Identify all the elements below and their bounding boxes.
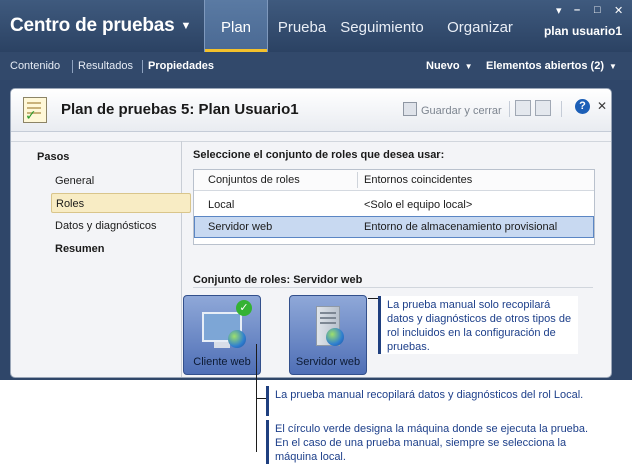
save-close-icon bbox=[403, 102, 417, 116]
column-header-role-sets[interactable]: Conjuntos de roles bbox=[208, 170, 300, 190]
globe-icon bbox=[326, 328, 344, 346]
subnav-propiedades[interactable]: Propiedades bbox=[148, 60, 214, 72]
chevron-down-icon: ▼ bbox=[464, 62, 473, 71]
nav-tab-seguimiento[interactable]: Seguimiento bbox=[336, 0, 428, 52]
column-separator[interactable] bbox=[357, 172, 358, 188]
new-menu[interactable]: Nuevo ▼ bbox=[426, 60, 473, 72]
callout-leader bbox=[256, 344, 257, 398]
save-icon[interactable] bbox=[515, 100, 531, 116]
nav-tab-plan[interactable]: Plan bbox=[204, 0, 268, 52]
app-title-menu[interactable]: Centro de pruebas ▼ bbox=[10, 15, 191, 37]
role-set-name: Local bbox=[208, 199, 235, 211]
current-plan-user: plan usuario1 bbox=[543, 24, 622, 38]
roles-table: Conjuntos de roles Entornos coincidentes… bbox=[193, 169, 595, 245]
step-datos-diagnosticos[interactable]: Datos y diagnósticos bbox=[51, 216, 191, 236]
subnav-separator bbox=[72, 60, 73, 73]
minimize-icon[interactable]: – bbox=[574, 4, 580, 16]
sub-nav-bar: Contenido Resultados Propiedades Nuevo ▼ … bbox=[0, 52, 632, 80]
table-row-selected[interactable]: Servidor web Entorno de almacenamiento p… bbox=[194, 216, 594, 238]
step-resumen[interactable]: Resumen bbox=[51, 239, 191, 259]
column-header-environments[interactable]: Entornos coincidentes bbox=[364, 170, 472, 190]
globe-icon bbox=[228, 330, 246, 348]
refresh-icon[interactable] bbox=[535, 100, 551, 116]
nav-tab-organizar[interactable]: Organizar bbox=[440, 0, 520, 52]
close-window-icon[interactable]: ✕ bbox=[614, 4, 623, 17]
callout-leader bbox=[368, 298, 378, 299]
new-menu-label: Nuevo bbox=[426, 60, 460, 72]
save-and-close-button[interactable]: Guardar y cerrar bbox=[403, 102, 502, 117]
app-title: Centro de pruebas bbox=[10, 15, 175, 36]
save-and-close-label: Guardar y cerrar bbox=[421, 105, 502, 117]
role-set-name: Servidor web bbox=[208, 221, 273, 233]
role-tile-label: Cliente web bbox=[193, 356, 251, 368]
step-roles[interactable]: Roles bbox=[51, 193, 191, 213]
top-bar: Centro de pruebas ▼ Plan Prueba Seguimien… bbox=[0, 0, 632, 52]
open-items-menu[interactable]: Elementos abiertos (2) ▼ bbox=[486, 60, 617, 72]
maximize-icon[interactable]: □ bbox=[594, 4, 601, 16]
callout-leader bbox=[256, 398, 257, 452]
toolbar-separator bbox=[509, 101, 510, 117]
role-tile-servidor-web[interactable]: Servidor web bbox=[289, 295, 367, 375]
steps-title: Pasos bbox=[37, 151, 70, 163]
menu-arrow-icon[interactable]: ▾ bbox=[556, 4, 562, 17]
environment-name: Entorno de almacenamiento provisional bbox=[364, 221, 558, 233]
nav-tab-prueba[interactable]: Prueba bbox=[274, 0, 330, 52]
callout-leader bbox=[256, 398, 266, 399]
table-header: Conjuntos de roles Entornos coincidentes bbox=[194, 170, 594, 191]
chevron-down-icon: ▼ bbox=[180, 19, 192, 32]
green-check-icon: ✓ bbox=[236, 300, 252, 316]
step-general[interactable]: General bbox=[51, 171, 191, 191]
panel-header: ✓ Plan de pruebas 5: Plan Usuario1 Guard… bbox=[11, 89, 611, 132]
role-tile-cliente-web[interactable]: ✓ Cliente web bbox=[183, 295, 261, 375]
subnav-resultados[interactable]: Resultados bbox=[78, 60, 133, 72]
table-row[interactable]: Local <Solo el equipo local> bbox=[194, 194, 594, 216]
role-set-divider bbox=[193, 287, 593, 288]
page-title: Plan de pruebas 5: Plan Usuario1 bbox=[61, 101, 299, 118]
toolbar-separator bbox=[561, 101, 562, 117]
role-tile-label: Servidor web bbox=[295, 356, 361, 368]
role-set-title: Conjunto de roles: Servidor web bbox=[193, 274, 363, 286]
subnav-separator bbox=[142, 60, 143, 73]
chevron-down-icon: ▼ bbox=[608, 62, 617, 71]
environment-name: <Solo el equipo local> bbox=[364, 199, 473, 211]
callout-local-note: La prueba manual recopilará datos y diag… bbox=[266, 386, 596, 416]
callout-green-note: El círculo verde designa la máquina dond… bbox=[266, 420, 596, 464]
callout-tiles-note: La prueba manual solo recopilará datos y… bbox=[378, 296, 578, 354]
open-items-label: Elementos abiertos (2) bbox=[486, 60, 604, 72]
header-divider bbox=[11, 141, 611, 142]
help-icon[interactable]: ? bbox=[575, 99, 590, 114]
test-plan-icon: ✓ bbox=[23, 97, 47, 123]
roles-instruction: Seleccione el conjunto de roles que dese… bbox=[193, 149, 445, 161]
subnav-contenido[interactable]: Contenido bbox=[10, 60, 60, 72]
close-panel-icon[interactable]: ✕ bbox=[597, 99, 607, 113]
